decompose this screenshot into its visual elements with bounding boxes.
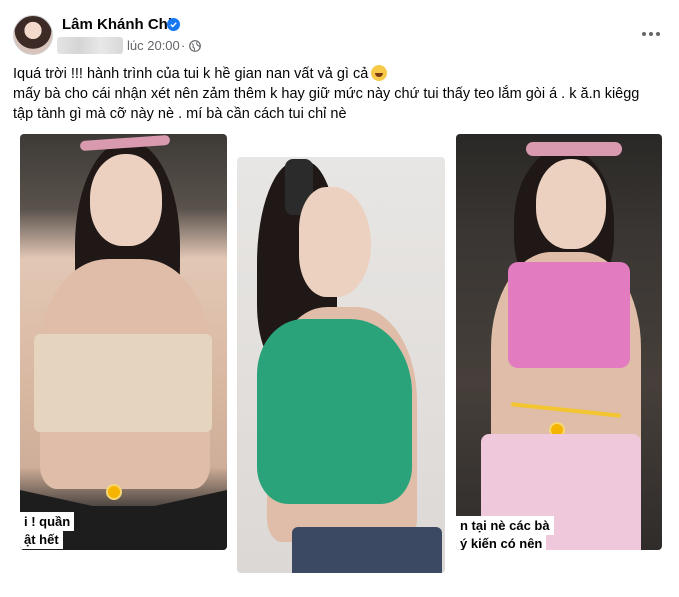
author-name[interactable]: Lâm Khánh Chi [62, 16, 172, 33]
beige-top [34, 334, 212, 432]
figure-face [299, 187, 371, 297]
post-photo-3[interactable]: n tại nè các bà ý kiến có nên [456, 134, 662, 550]
author-avatar[interactable] [13, 15, 53, 55]
figure-face [536, 159, 606, 249]
pink-crop-top [508, 262, 630, 368]
photo-sticker-text: ật hết [20, 530, 63, 549]
green-top [257, 319, 412, 504]
caption-line: Iquá trời !!! hành trình của tui k hề gi… [13, 64, 669, 84]
post-photo-1[interactable]: i ! quần ật hết [20, 134, 227, 550]
photo-sticker-text: i ! quần [20, 512, 75, 531]
globe-icon [189, 40, 201, 52]
figure-face [90, 154, 162, 246]
more-options-button[interactable] [639, 22, 663, 46]
blue-jeans [292, 527, 442, 573]
headband [526, 142, 622, 156]
meta-separator: · [181, 38, 186, 53]
more-options-icon [642, 32, 646, 36]
verified-badge-icon [167, 18, 180, 31]
post-photo-2[interactable] [237, 157, 445, 573]
navel-badge-icon [106, 484, 122, 500]
post-timestamp[interactable]: lúc 20:00 [127, 38, 180, 53]
caption-line: mấy bà cho cái nhận xét nên zảm thêm k h… [13, 86, 640, 102]
post-card: Lâm Khánh Chi lúc 20:00 · Iquá trời !!! … [0, 0, 679, 597]
laughing-emoji-icon [371, 65, 388, 81]
photo-sticker-text: n tại nè các bà [456, 516, 554, 535]
post-caption: Iquá trời !!! hành trình của tui k hề gi… [13, 64, 669, 124]
caption-line: tập tành gì mà cỡ này nè . mí bà cần các… [13, 106, 347, 122]
photo-sticker-text: ý kiến có nên [456, 534, 547, 550]
blurred-group-name [57, 37, 123, 54]
